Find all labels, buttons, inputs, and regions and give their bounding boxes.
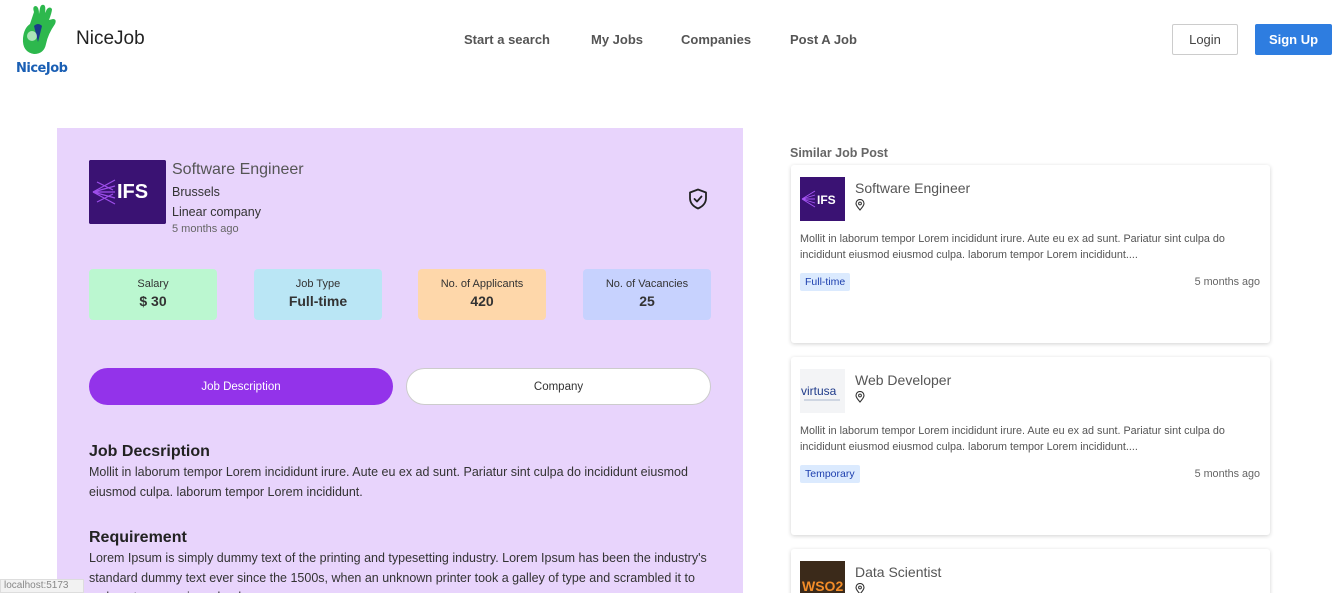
tab-company[interactable]: Company bbox=[406, 368, 711, 405]
requirement-heading: Requirement bbox=[89, 529, 187, 546]
job-location: Brussels bbox=[172, 185, 220, 199]
location-pin-icon bbox=[855, 391, 865, 403]
card-company-logo: IFS bbox=[800, 177, 845, 221]
logo-text: NiceJob bbox=[16, 61, 68, 76]
location-pin-icon bbox=[855, 583, 865, 593]
card-posted-time: 5 months ago bbox=[1194, 276, 1260, 288]
stat-value: 25 bbox=[639, 293, 655, 309]
similar-job-card[interactable]: IFS Software Engineer Mollit in laborum … bbox=[791, 165, 1270, 343]
wso2-logo-icon: WSO2 bbox=[800, 561, 845, 593]
svg-text:WSO2: WSO2 bbox=[802, 578, 843, 593]
requirement-text: Lorem Ipsum is simply dummy text of the … bbox=[89, 551, 707, 593]
stat-label: No. of Vacancies bbox=[605, 278, 689, 290]
shield-check-icon[interactable] bbox=[688, 188, 708, 210]
svg-text:IFS: IFS bbox=[817, 193, 836, 207]
stat-label: Salary bbox=[137, 278, 169, 290]
stat-vacancies: No. of Vacancies 25 bbox=[583, 269, 711, 320]
similar-job-card[interactable]: virtusa Web Developer Mollit in laborum … bbox=[791, 357, 1270, 535]
ifs-logo-icon: IFS bbox=[800, 177, 845, 221]
svg-text:IFS: IFS bbox=[117, 181, 148, 203]
description-heading: Job Decsription bbox=[89, 443, 210, 460]
tab-job-description[interactable]: Job Description bbox=[89, 368, 393, 405]
brand-name[interactable]: NiceJob bbox=[76, 28, 145, 50]
job-detail-panel: IFS Software Engineer Brussels Linear co… bbox=[57, 128, 743, 593]
description-text: Mollit in laborum tempor Lorem incididun… bbox=[89, 465, 688, 499]
job-type-tag: Temporary bbox=[800, 465, 860, 483]
stat-salary: Salary $ 30 bbox=[89, 269, 217, 320]
svg-text:virtusa: virtusa bbox=[801, 384, 837, 398]
nav-start-search[interactable]: Start a search bbox=[464, 32, 550, 47]
signup-button[interactable]: Sign Up bbox=[1255, 24, 1332, 55]
nicejob-logo[interactable]: NiceJob bbox=[14, 4, 70, 76]
hand-logo-icon bbox=[22, 4, 56, 55]
stat-job-type: Job Type Full-time bbox=[254, 269, 382, 320]
location-pin-icon bbox=[855, 199, 865, 211]
header: NiceJob NiceJob Start a search My Jobs C… bbox=[0, 0, 1340, 80]
stat-value: Full-time bbox=[288, 293, 348, 309]
job-title: Software Engineer bbox=[172, 161, 304, 178]
login-button[interactable]: Login bbox=[1172, 24, 1238, 55]
card-company-logo: virtusa bbox=[800, 369, 845, 413]
card-posted-time: 5 months ago bbox=[1194, 468, 1260, 480]
job-type-tag: Full-time bbox=[800, 273, 851, 291]
virtusa-logo-icon: virtusa bbox=[800, 369, 845, 413]
stat-value: $ 30 bbox=[139, 293, 167, 309]
card-description: Mollit in laborum tempor Lorem incididun… bbox=[800, 425, 1225, 453]
nav-post-job[interactable]: Post A Job bbox=[790, 32, 857, 47]
job-company: Linear company bbox=[172, 205, 261, 219]
nav-companies[interactable]: Companies bbox=[681, 32, 751, 47]
card-title[interactable]: Software Engineer bbox=[855, 180, 970, 196]
company-logo: IFS bbox=[89, 160, 166, 224]
stat-label: Job Type bbox=[295, 278, 341, 290]
ifs-logo-icon: IFS bbox=[89, 160, 166, 224]
status-bar-url: localhost:5173 bbox=[0, 579, 84, 593]
card-company-logo: WSO2 bbox=[800, 561, 845, 593]
nav-my-jobs[interactable]: My Jobs bbox=[591, 32, 643, 47]
stat-applicants: No. of Applicants 420 bbox=[418, 269, 546, 320]
card-title[interactable]: Web Developer bbox=[855, 372, 951, 388]
card-description: Mollit in laborum tempor Lorem incididun… bbox=[800, 233, 1225, 261]
card-title[interactable]: Data Scientist bbox=[855, 564, 941, 580]
job-posted-time: 5 months ago bbox=[172, 223, 239, 235]
similar-job-card[interactable]: WSO2 Data Scientist bbox=[791, 549, 1270, 593]
stat-value: 420 bbox=[470, 293, 494, 309]
similar-jobs-heading: Similar Job Post bbox=[790, 146, 888, 160]
stat-label: No. of Applicants bbox=[440, 278, 524, 290]
